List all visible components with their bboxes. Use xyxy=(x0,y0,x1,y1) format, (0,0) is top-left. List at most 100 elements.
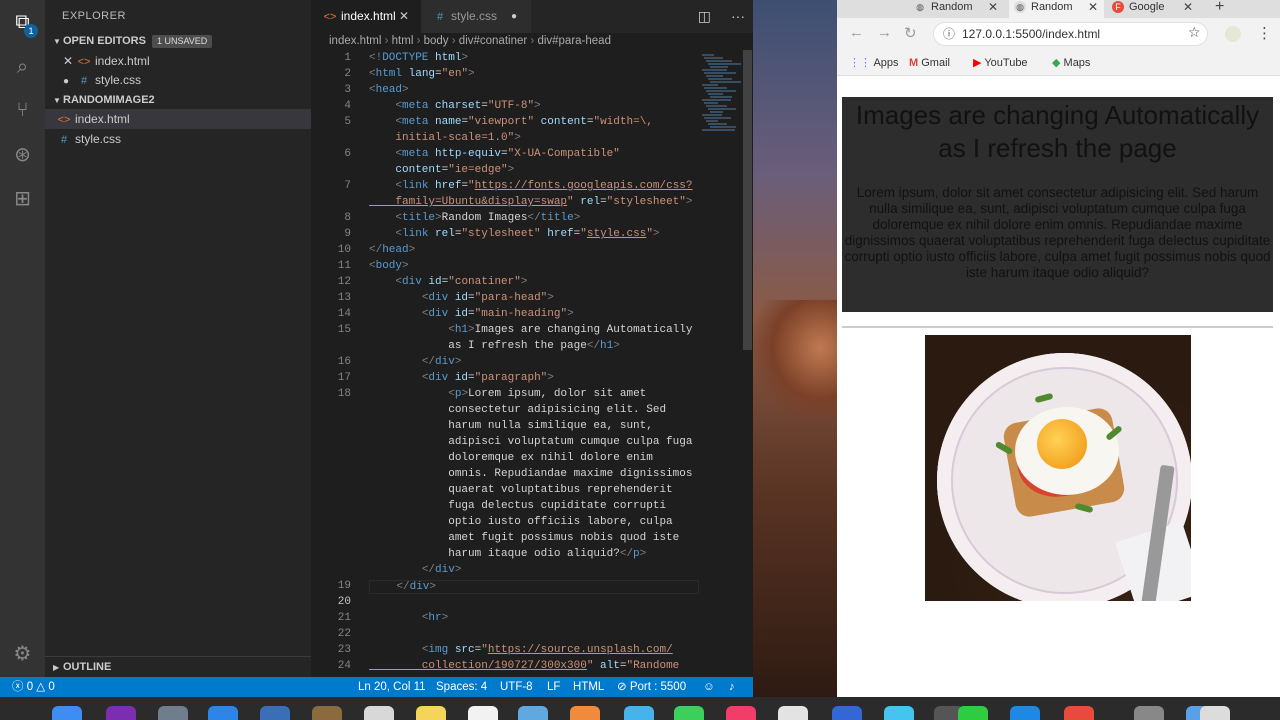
dock-app-icon[interactable] xyxy=(1134,706,1164,720)
dock-app-icon[interactable] xyxy=(1064,706,1094,720)
code-line[interactable]: harum nulla similique ea, sunt, xyxy=(369,420,653,432)
code-line[interactable]: <hr> xyxy=(369,612,448,624)
code-line[interactable]: consectetur adipisicing elit. Sed xyxy=(369,404,666,416)
gear-icon[interactable]: ⚙ xyxy=(10,642,35,667)
code-line[interactable]: collection/190727/300x300" alt="Randome xyxy=(369,660,679,672)
feedback-icon[interactable]: ☺ xyxy=(703,677,715,697)
breadcrumb-item[interactable]: body xyxy=(424,35,449,47)
code-line[interactable]: omnis. Repudiandae maxime dignissimos xyxy=(369,468,692,480)
notifications-icon[interactable]: ♪ xyxy=(729,677,735,697)
close-icon[interactable]: ✕ xyxy=(1183,0,1193,14)
dock-app-icon[interactable] xyxy=(1010,706,1040,720)
code-line[interactable]: adipisci voluptatum cumque culpa fuga xyxy=(369,436,692,448)
code-line[interactable]: <div id="para-head"> xyxy=(369,292,554,304)
menu-icon[interactable]: ⋮ xyxy=(1257,24,1272,42)
browser-tab[interactable]: F Google ✕ xyxy=(1107,0,1199,18)
dock-app-icon[interactable] xyxy=(1200,706,1230,720)
file-index-html[interactable]: <> index.html xyxy=(45,109,311,129)
source-control-icon[interactable]: ⑂ xyxy=(10,98,35,123)
live-server-port[interactable]: ⊘ Port : 5500 xyxy=(617,677,686,697)
bookmark-apps[interactable]: ⋮⋮ Apps xyxy=(849,56,899,70)
code-line[interactable]: <body> xyxy=(369,260,409,272)
indentation[interactable]: Spaces: 4 xyxy=(436,677,487,697)
dock-app-icon[interactable] xyxy=(364,706,394,720)
code-line[interactable]: optio iusto officiis labore, culpa xyxy=(369,516,672,528)
outline-header[interactable]: ▶ OUTLINE xyxy=(45,656,311,677)
avatar[interactable] xyxy=(1225,26,1241,42)
encoding[interactable]: UTF-8 xyxy=(500,677,533,697)
breadcrumb-item[interactable]: html xyxy=(392,35,414,47)
tab-index-html[interactable]: <> index.html ✕ xyxy=(311,0,421,33)
problems-indicator[interactable]: ⓧ 0 △ 0 xyxy=(12,677,55,697)
code-line[interactable]: amet fugit possimus nobis quod iste xyxy=(369,532,679,544)
code-line[interactable]: <meta charset="UTF-8"> xyxy=(369,100,540,112)
dock-app-icon[interactable] xyxy=(208,706,238,720)
dock-app-icon[interactable] xyxy=(884,706,914,720)
dock-app-icon[interactable] xyxy=(312,706,342,720)
code-line[interactable]: family=Ubuntu&display=swap" rel="stylesh… xyxy=(369,196,692,208)
reload-icon[interactable]: ↻ xyxy=(904,24,917,42)
code-line[interactable]: initial-scale=1.0"> xyxy=(369,132,520,144)
new-tab-icon[interactable]: + xyxy=(1215,0,1224,16)
code-line[interactable]: <meta name="viewport" content="width=\, xyxy=(369,116,653,128)
code-line[interactable]: quaerat voluptatibus reprehenderit xyxy=(369,484,672,496)
code-line[interactable]: fuga delectus cupiditate corrupti xyxy=(369,500,666,512)
close-icon[interactable]: ✕ xyxy=(399,0,409,33)
line-ending[interactable]: LF xyxy=(547,677,560,697)
close-icon[interactable]: ✕ xyxy=(63,51,77,71)
browser-tab[interactable]: ◍ Random ✕ xyxy=(909,0,1004,18)
open-editors-header[interactable]: ▼ OPEN EDITORS 1 UNSAVED xyxy=(45,31,311,51)
code-line[interactable]: <div id="conatiner"> xyxy=(369,276,527,288)
code-line[interactable]: harum itaque odio aliquid?</p> xyxy=(369,548,646,560)
minimap[interactable] xyxy=(698,50,742,131)
forward-icon[interactable]: → xyxy=(877,24,892,41)
cursor-position[interactable]: Ln 20, Col 11 xyxy=(358,677,426,697)
language-mode[interactable]: HTML xyxy=(573,677,604,697)
more-actions-icon[interactable]: ··· xyxy=(731,8,745,24)
code-line[interactable]: <h1>Images are changing Automatically xyxy=(369,324,692,336)
bookmark-maps[interactable]: ◆ Maps xyxy=(1052,56,1090,70)
split-editor-icon[interactable]: ◫ xyxy=(698,8,711,24)
dock-app-icon[interactable] xyxy=(260,706,290,720)
open-editor-style-css[interactable]: ● # style.css xyxy=(45,70,311,90)
dock-app-icon[interactable] xyxy=(570,706,600,720)
dock-app-icon[interactable] xyxy=(158,706,188,720)
code-line[interactable]: <html lang="en"> xyxy=(369,68,475,80)
breadcrumb-item[interactable]: div#conatiner xyxy=(459,35,527,47)
debug-icon[interactable]: ⊛ xyxy=(10,143,35,168)
dock-app-icon[interactable] xyxy=(416,706,446,720)
dock-app-icon[interactable] xyxy=(468,706,498,720)
vertical-scrollbar[interactable] xyxy=(742,50,753,677)
back-icon[interactable]: ← xyxy=(849,24,864,41)
code-editor[interactable]: 1 2 3 4 5 6 7 8 9 10 11 12 13 14 15 16 17 18 19 20 21 22 23 24 … xyxy=(311,50,753,677)
code-line[interactable]: <div id="main-heading"> xyxy=(369,308,574,320)
dock-app-icon[interactable] xyxy=(106,706,136,720)
code-line[interactable]: </head> xyxy=(369,244,415,256)
open-editor-index-html[interactable]: ✕ <> index.html xyxy=(45,51,311,71)
info-icon[interactable]: ⓘ xyxy=(943,23,955,45)
project-folder-header[interactable]: ▼ RANDOMIMAGE2 xyxy=(45,90,311,110)
close-icon[interactable]: ✕ xyxy=(1088,0,1098,14)
dock-app-icon[interactable] xyxy=(832,706,862,720)
dock-app-icon[interactable] xyxy=(624,706,654,720)
dock-app-icon[interactable] xyxy=(674,706,704,720)
breadcrumb-item[interactable]: div#para-head xyxy=(537,35,611,47)
close-icon[interactable]: ✕ xyxy=(988,0,998,14)
search-icon[interactable]: ⌕ xyxy=(10,55,35,80)
extensions-icon[interactable]: ⊞ xyxy=(10,187,35,212)
code-line[interactable]: doloremque ex nihil dolore enim xyxy=(369,452,653,464)
browser-tab-active[interactable]: ◍ Random ✕ xyxy=(1009,0,1104,18)
code-line[interactable]: </div> xyxy=(369,564,462,576)
code-line[interactable]: <meta http-equiv="X-UA-Compatible" xyxy=(369,148,619,160)
code-line[interactable]: <img src="https://source.unsplash.com/ xyxy=(369,644,673,656)
code-line[interactable]: content="ie=edge"> xyxy=(369,164,514,176)
code-line[interactable]: <link rel="stylesheet" href="style.css"> xyxy=(369,228,659,240)
file-style-css[interactable]: # style.css xyxy=(45,129,311,149)
code-line[interactable]: <div id="paragraph"> xyxy=(369,372,554,384)
breadcrumb-item[interactable]: index.html xyxy=(329,35,381,47)
code-line[interactable]: <head> xyxy=(369,84,409,96)
scrollbar-thumb[interactable] xyxy=(743,50,752,350)
code-line[interactable]: </div> xyxy=(369,356,462,368)
code-line[interactable]: <link href="https://fonts.googleapis.com… xyxy=(369,180,692,192)
dock-app-icon[interactable] xyxy=(518,706,548,720)
